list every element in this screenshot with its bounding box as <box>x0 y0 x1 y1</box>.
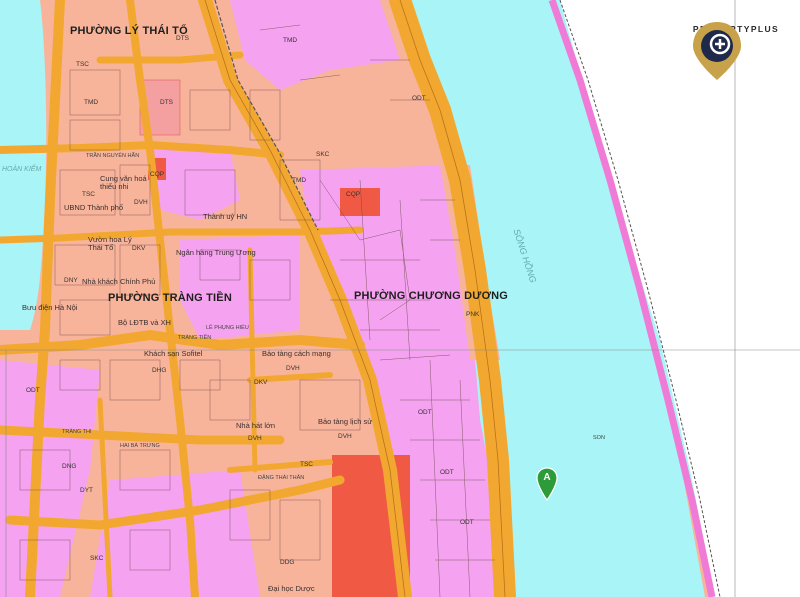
place-dai-hoc-duoc: Đại học Dược <box>268 584 315 593</box>
code-skc-1: SKC <box>316 151 330 158</box>
code-odt-4: ODT <box>460 519 474 526</box>
code-dvh-4: DVH <box>338 433 352 440</box>
place-thanh-uy: Thành uỷ HN <box>203 212 248 221</box>
code-tmd-3: TMD <box>292 177 307 184</box>
place-nha-hat: Nhà hát lớn <box>236 421 276 430</box>
place-bo-ldtb: Bộ LĐTB và XH <box>118 318 171 327</box>
street-tran-nguyen-han: TRẦN NGUYÊN HÃN <box>86 153 140 159</box>
code-dvh-3: DVH <box>248 435 262 442</box>
ward-label-ly-thai-to: PHƯỜNG LÝ THÁI TỔ <box>70 25 188 37</box>
zone-south-central <box>90 470 260 597</box>
place-khach-san: Khách sạn Sofitel <box>144 349 203 358</box>
street-trang-tien: TRÀNG TIỀN <box>178 335 212 341</box>
code-odt-5: ODT <box>26 387 40 394</box>
place-bao-tang-ls: Bảo tàng lịch sử <box>318 417 373 426</box>
street-hai-ba-trung: HAI BÀ TRƯNG <box>120 443 160 449</box>
map-canvas[interactable]: PHƯỜNG LÝ THÁI TỔ PHƯỜNG TRÀNG TIỀN PHƯỜ… <box>0 0 800 597</box>
code-tsc-2: TSC <box>82 191 95 198</box>
place-ngan-hang: Ngân hàng Trung Ương <box>176 248 256 257</box>
ward-label-trang-tien: PHƯỜNG TRÀNG TIỀN <box>108 292 232 304</box>
place-buu-dien: Bưu điện Hà Nội <box>22 303 78 312</box>
place-ubnd: UBND Thành phố <box>64 203 124 212</box>
hoan-kiem-lake <box>0 0 47 330</box>
code-dts-1: DTS <box>176 35 189 42</box>
code-tmd-1: TMD <box>283 37 298 44</box>
code-odt-2: ODT <box>418 409 432 416</box>
code-cqp-1: CQP <box>346 191 361 198</box>
place-vuon-hoa: Vườn hoa Lý Thái Tổ <box>88 235 132 252</box>
code-dyt-1: DYT <box>80 487 93 494</box>
code-tmd-2: TMD <box>84 99 99 106</box>
street-le-phung-hieu: LÊ PHỤNG HIỂU <box>206 325 249 331</box>
code-dkv-2: DKV <box>254 379 268 386</box>
code-cqp-2: CQP <box>150 171 165 178</box>
street-dang-thai-than: ĐẶNG THÁI THÂN <box>258 475 305 481</box>
code-dkv-1: DKV <box>132 245 146 252</box>
ward-label-chuong-duong: PHƯỜNG CHƯƠNG DƯƠNG <box>354 290 509 302</box>
code-skc-2: SKC <box>90 555 104 562</box>
code-dng-1: DNG <box>62 463 77 470</box>
code-odt-1: ODT <box>412 95 426 102</box>
place-nha-khach: Nhà khách Chính Phủ <box>82 277 156 286</box>
pin-logo-icon <box>693 22 741 80</box>
propertyplus-logo: PROPERTYPLUS <box>690 20 782 80</box>
code-dny-1: DNY <box>64 277 78 284</box>
street-trang-thi: TRÀNG THI <box>62 429 92 435</box>
marker-label: A <box>543 472 551 483</box>
code-ddg-1: DDG <box>280 559 295 566</box>
code-tsc-1: TSC <box>76 61 89 68</box>
river-code-son: SON <box>593 435 605 441</box>
code-dvh-1: DVH <box>134 199 148 206</box>
location-marker-a[interactable]: A <box>536 467 558 501</box>
code-odt-3: ODT <box>440 469 454 476</box>
code-dvh-2: DVH <box>286 365 300 372</box>
code-dhg-1: DHG <box>152 367 167 374</box>
code-dts-2: DTS <box>160 99 173 106</box>
code-tsc-3: TSC <box>300 461 313 468</box>
lake-label-hoan-kiem: HOÀN KIẾM <box>2 166 42 173</box>
place-bao-tang-cm: Bảo tàng cách mạng <box>262 349 331 358</box>
code-pnk-1: PNK <box>466 311 480 318</box>
